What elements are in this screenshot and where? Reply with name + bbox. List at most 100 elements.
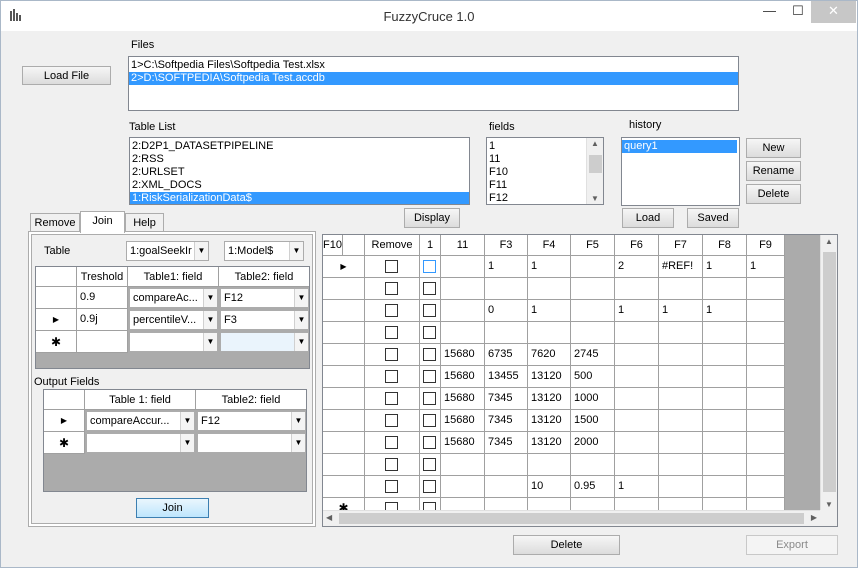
data-cell[interactable] (571, 454, 615, 476)
data-cell[interactable]: 0 (485, 300, 528, 322)
data-cell[interactable]: 1 (615, 300, 659, 322)
output-field2-select[interactable]: F12 ▼ (197, 411, 306, 431)
data-cell[interactable]: 13455 (485, 366, 528, 388)
data-cell[interactable] (615, 388, 659, 410)
remove-checkbox[interactable] (385, 480, 398, 493)
data-cell[interactable]: 0.95 (571, 476, 615, 498)
data-cell[interactable] (485, 322, 528, 344)
field1-select[interactable]: compareAc... ▼ (129, 288, 218, 308)
col1-checkbox[interactable] (423, 392, 436, 405)
col1-checkbox[interactable] (423, 480, 436, 493)
output-field2-select[interactable]: ▼ (197, 433, 306, 453)
data-cell[interactable] (747, 388, 785, 410)
chevron-down-icon[interactable]: ▼ (294, 289, 308, 307)
col-header[interactable]: F8 (703, 235, 747, 256)
data-cell[interactable]: 1 (485, 256, 528, 278)
tab-join[interactable]: Join (80, 211, 125, 233)
col-header[interactable]: F5 (571, 235, 615, 256)
col1-checkbox[interactable] (423, 370, 436, 383)
data-cell[interactable] (528, 322, 571, 344)
table-list[interactable]: 2:D2P1_DATASETPIPELINE 2:RSS 2:URLSET 2:… (129, 137, 470, 205)
output-field1-select[interactable]: ▼ (86, 433, 195, 453)
remove-cell[interactable] (365, 344, 420, 366)
data-cell[interactable]: 13120 (528, 388, 571, 410)
table-item[interactable]: 2:URLSET (130, 166, 469, 179)
table-item[interactable]: 2:RSS (130, 153, 469, 166)
results-hscrollbar[interactable]: ◀ ▶ (323, 510, 820, 526)
col1-checkbox[interactable] (423, 458, 436, 471)
scroll-up-icon[interactable]: ▲ (587, 139, 603, 148)
remove-cell[interactable] (365, 366, 420, 388)
col1-cell[interactable] (420, 344, 441, 366)
col1-cell[interactable] (420, 256, 441, 278)
data-cell[interactable]: 1 (703, 300, 747, 322)
join-button[interactable]: Join (136, 498, 209, 518)
chevron-down-icon[interactable]: ▼ (180, 434, 194, 452)
data-cell[interactable]: 13120 (528, 410, 571, 432)
remove-checkbox[interactable] (385, 370, 398, 383)
chevron-down-icon[interactable]: ▼ (203, 333, 217, 351)
treshold-cell[interactable]: 0.9j (77, 309, 128, 331)
remove-cell[interactable] (365, 410, 420, 432)
data-cell[interactable] (485, 454, 528, 476)
data-cell[interactable]: 1 (528, 300, 571, 322)
history-list[interactable]: query1 (621, 137, 740, 206)
col-header[interactable]: F7 (659, 235, 703, 256)
remove-checkbox[interactable] (385, 282, 398, 295)
chevron-down-icon[interactable]: ▼ (294, 333, 308, 351)
col-header[interactable]: 1 (420, 235, 441, 256)
data-cell[interactable] (747, 278, 785, 300)
data-cell[interactable] (571, 278, 615, 300)
fields-scrollbar[interactable]: ▲ ▼ (586, 138, 603, 204)
remove-cell[interactable] (365, 256, 420, 278)
join-grid[interactable]: Treshold Table1: field Table2: field 0.9… (35, 266, 310, 369)
col1-cell[interactable] (420, 300, 441, 322)
data-cell[interactable] (615, 454, 659, 476)
col1-cell[interactable] (420, 366, 441, 388)
data-cell[interactable] (747, 322, 785, 344)
data-cell[interactable] (747, 366, 785, 388)
field2-select[interactable]: ▼ (220, 332, 309, 352)
output-grid[interactable]: Table 1: field Table2: field ▶ compareAc… (43, 389, 307, 492)
chevron-down-icon[interactable]: ▼ (194, 242, 208, 260)
data-cell[interactable]: 1 (747, 256, 785, 278)
data-cell[interactable] (703, 322, 747, 344)
data-cell[interactable] (659, 388, 703, 410)
data-cell[interactable] (571, 256, 615, 278)
results-grid[interactable]: Remove 1 11 F3 F4 F5 F6 F7 F8 F9 F10 ▶ 1 1 2 #REF! 1 1 0 1 1… (322, 234, 838, 527)
treshold-cell[interactable]: 0.9 (77, 287, 128, 309)
data-cell[interactable]: 15680 (441, 388, 485, 410)
col1-cell[interactable] (420, 410, 441, 432)
data-cell[interactable]: 1 (659, 300, 703, 322)
data-cell[interactable]: 7345 (485, 410, 528, 432)
data-cell[interactable]: 2 (615, 256, 659, 278)
export-button[interactable]: Export (746, 535, 838, 555)
remove-cell[interactable] (365, 278, 420, 300)
data-cell[interactable] (571, 322, 615, 344)
scroll-thumb[interactable] (823, 252, 836, 492)
scroll-down-icon[interactable]: ▼ (821, 500, 837, 509)
data-cell[interactable] (615, 410, 659, 432)
data-cell[interactable] (747, 476, 785, 498)
display-button[interactable]: Display (404, 208, 460, 228)
data-cell[interactable]: 15680 (441, 366, 485, 388)
field1-select[interactable]: ▼ (129, 332, 218, 352)
col1-checkbox[interactable] (423, 304, 436, 317)
col-header[interactable]: F6 (615, 235, 659, 256)
data-cell[interactable]: 7620 (528, 344, 571, 366)
output-field1-select[interactable]: compareAccur... ▼ (86, 411, 195, 431)
field1-select[interactable]: percentileV... ▼ (129, 310, 218, 330)
remove-cell[interactable] (365, 322, 420, 344)
data-cell[interactable] (659, 366, 703, 388)
history-load-button[interactable]: Load (622, 208, 674, 228)
col1-cell[interactable] (420, 454, 441, 476)
file-item[interactable]: 1>C:\Softpedia Files\Softpedia Test.xlsx (129, 59, 738, 72)
data-cell[interactable] (703, 344, 747, 366)
data-cell[interactable]: 2745 (571, 344, 615, 366)
table-item[interactable]: 2:XML_DOCS (130, 179, 469, 192)
data-cell[interactable]: 1 (528, 256, 571, 278)
data-cell[interactable] (485, 476, 528, 498)
col1-cell[interactable] (420, 476, 441, 498)
data-cell[interactable]: 13120 (528, 366, 571, 388)
data-cell[interactable] (528, 454, 571, 476)
